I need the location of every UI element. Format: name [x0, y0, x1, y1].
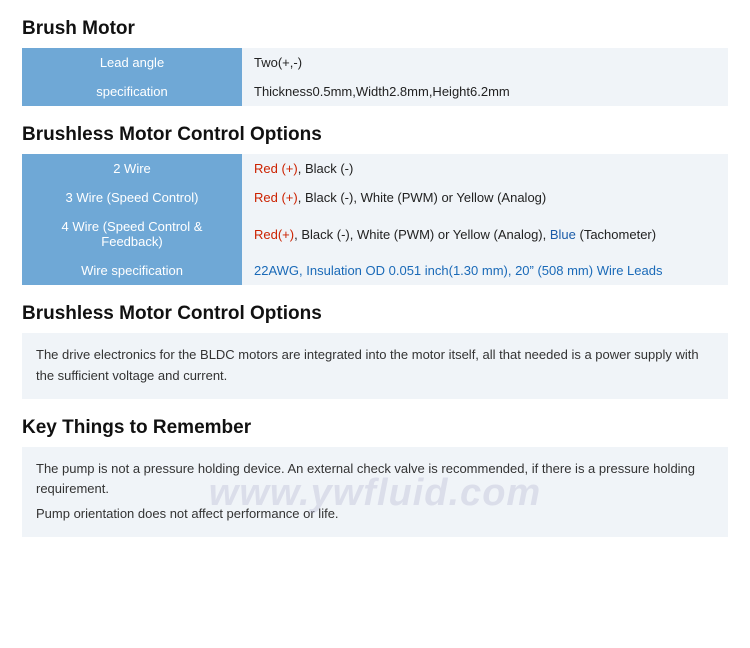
value-text-black: Black (-)	[305, 161, 353, 176]
value-text-black: Black (-)	[301, 227, 349, 242]
label-cell: 3 Wire (Speed Control)	[22, 183, 242, 212]
brush-motor-table: Lead angle Two(+,-) specification Thickn…	[22, 48, 728, 106]
value-text-link: 22AWG, Insulation OD 0.051 inch(1.30 mm)…	[254, 263, 662, 278]
brush-motor-title: Brush Motor	[22, 18, 728, 40]
brushless-table-section: Brushless Motor Control Options 2 Wire R…	[22, 124, 728, 285]
label-cell: specification	[22, 77, 242, 106]
value-text: (Tachometer)	[576, 227, 656, 242]
brushless-table-title: Brushless Motor Control Options	[22, 124, 728, 146]
value-cell: Two(+,-)	[242, 48, 728, 77]
brushless-desc-text: The drive electronics for the BLDC motor…	[36, 347, 699, 383]
brushless-desc-section: Brushless Motor Control Options The driv…	[22, 303, 728, 399]
key-things-title: Key Things to Remember	[22, 417, 728, 439]
key-things-line2: Pump orientation does not affect perform…	[36, 504, 714, 525]
value-text: Two(+,-)	[254, 55, 302, 70]
value-text-red: Red(+)	[254, 227, 294, 242]
value-text-red: Red (+)	[254, 161, 298, 176]
table-row: Wire specification 22AWG, Insulation OD …	[22, 256, 728, 285]
value-cell: 22AWG, Insulation OD 0.051 inch(1.30 mm)…	[242, 256, 728, 285]
value-cell: Red (+), Black (-)	[242, 154, 728, 183]
value-cell: Red(+), Black (-), White (PWM) or Yellow…	[242, 212, 728, 256]
key-things-section: Key Things to Remember The pump is not a…	[22, 417, 728, 537]
table-row: 2 Wire Red (+), Black (-)	[22, 154, 728, 183]
brushless-table: 2 Wire Red (+), Black (-) 3 Wire (Speed …	[22, 154, 728, 285]
brush-motor-section: Brush Motor Lead angle Two(+,-) specific…	[22, 18, 728, 106]
value-cell: Thickness0.5mm,Width2.8mm,Height6.2mm	[242, 77, 728, 106]
label-cell: 4 Wire (Speed Control & Feedback)	[22, 212, 242, 256]
key-things-box: The pump is not a pressure holding devic…	[22, 447, 728, 537]
table-row: 3 Wire (Speed Control) Red (+), Black (-…	[22, 183, 728, 212]
value-cell: Red (+), Black (-), White (PWM) or Yello…	[242, 183, 728, 212]
table-row: 4 Wire (Speed Control & Feedback) Red(+)…	[22, 212, 728, 256]
value-text-red: Red (+)	[254, 190, 298, 205]
label-cell: Lead angle	[22, 48, 242, 77]
brushless-desc-box: The drive electronics for the BLDC motor…	[22, 333, 728, 399]
table-row: Lead angle Two(+,-)	[22, 48, 728, 77]
value-text: Thickness0.5mm,Width2.8mm,Height6.2mm	[254, 84, 510, 99]
value-text-black: Black (-)	[305, 190, 353, 205]
label-cell: Wire specification	[22, 256, 242, 285]
brushless-desc-title: Brushless Motor Control Options	[22, 303, 728, 325]
label-cell: 2 Wire	[22, 154, 242, 183]
page-wrapper: Brush Motor Lead angle Two(+,-) specific…	[0, 0, 750, 575]
value-text: , White (PWM) or Yellow (Analog)	[353, 190, 546, 205]
value-separator: ,	[298, 161, 305, 176]
value-text-blue: Blue	[550, 227, 576, 242]
table-row: specification Thickness0.5mm,Width2.8mm,…	[22, 77, 728, 106]
value-separator: ,	[298, 190, 305, 205]
key-things-line1: The pump is not a pressure holding devic…	[36, 459, 714, 501]
value-text: , White (PWM) or Yellow (Analog),	[350, 227, 550, 242]
